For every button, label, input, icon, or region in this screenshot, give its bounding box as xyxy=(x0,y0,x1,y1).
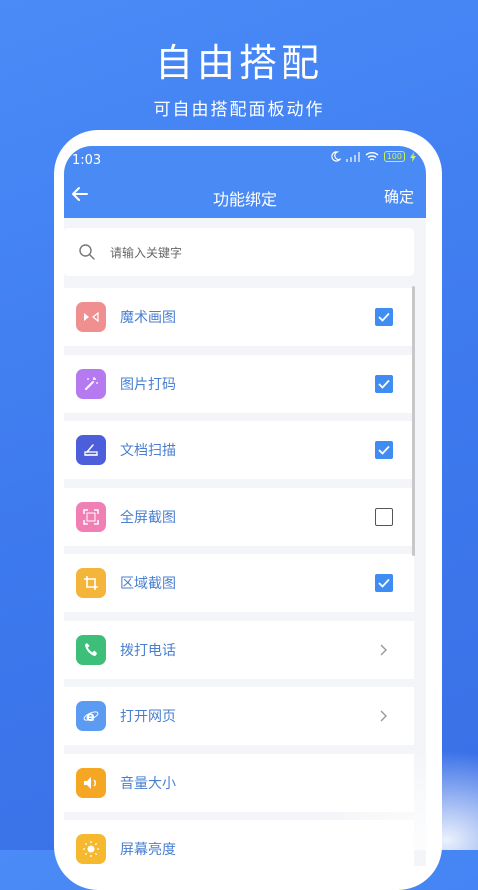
wifi-icon xyxy=(365,152,379,161)
checkbox-checked[interactable] xyxy=(375,308,393,326)
chevron-right-icon[interactable] xyxy=(378,640,390,660)
hero-title: 自由搭配 xyxy=(154,41,323,85)
checkmark-icon xyxy=(378,312,390,322)
volume-icon xyxy=(76,767,106,798)
app-bar: 1:03 100 功能绑定 确定 xyxy=(64,146,426,218)
search-placeholder: 请输入关键字 xyxy=(110,246,183,260)
signal-icon xyxy=(345,151,360,162)
magic-draw-icon xyxy=(76,302,106,332)
chevron-right-icon[interactable] xyxy=(378,706,390,726)
status-time: 1:03 xyxy=(72,153,102,168)
scrollbar[interactable] xyxy=(412,286,415,556)
checkmark-icon xyxy=(378,379,390,389)
moon-icon xyxy=(331,151,341,162)
list-item[interactable]: e 打开网页 xyxy=(64,687,414,745)
list-item-label: 区域截图 xyxy=(120,576,176,592)
brightness-icon xyxy=(76,834,106,864)
watermark xyxy=(318,750,478,850)
list-item[interactable]: 全屏截图 xyxy=(64,487,414,546)
crop-icon xyxy=(76,568,106,598)
list-item-label: 音量大小 xyxy=(120,775,176,792)
charging-icon xyxy=(410,151,416,162)
checkmark-icon xyxy=(378,445,390,455)
fullscreen-icon xyxy=(76,501,106,532)
battery-indicator: 100 xyxy=(383,151,405,162)
list-item-label: 文档扫描 xyxy=(120,443,176,459)
list-item[interactable]: 魔术画图 xyxy=(64,288,414,346)
checkbox-unchecked[interactable] xyxy=(375,507,393,526)
status-icons: 100 xyxy=(330,151,416,162)
browser-icon: e xyxy=(76,701,106,731)
list-item-label: 全屏截图 xyxy=(120,509,176,526)
magic-wand-icon xyxy=(76,368,106,399)
confirm-button[interactable]: 确定 xyxy=(384,186,414,207)
list-item[interactable]: 图片打码 xyxy=(64,354,414,413)
list-item-label: 打开网页 xyxy=(120,709,176,725)
scanner-icon xyxy=(76,435,106,465)
list-item-label: 拨打电话 xyxy=(120,642,176,659)
list-item[interactable]: 拨打电话 xyxy=(64,620,414,679)
checkbox-checked[interactable] xyxy=(375,574,393,592)
phone-side-button xyxy=(436,310,442,405)
hero-subtitle: 可自由搭配面板动作 xyxy=(153,100,325,120)
list-item[interactable]: 区域截图 xyxy=(64,554,414,612)
list-item[interactable]: 文档扫描 xyxy=(64,421,414,479)
search-input[interactable]: 请输入关键字 xyxy=(64,228,414,276)
list-item-label: 屏幕亮度 xyxy=(120,842,176,858)
list-item-label: 图片打码 xyxy=(120,376,176,393)
checkbox-checked[interactable] xyxy=(375,374,393,393)
page-title: 功能绑定 xyxy=(212,190,277,209)
checkbox-checked[interactable] xyxy=(375,441,393,459)
search-icon xyxy=(79,244,95,260)
checkmark-icon xyxy=(378,578,390,588)
phone-icon xyxy=(76,634,106,665)
list-item-label: 魔术画图 xyxy=(120,310,176,326)
